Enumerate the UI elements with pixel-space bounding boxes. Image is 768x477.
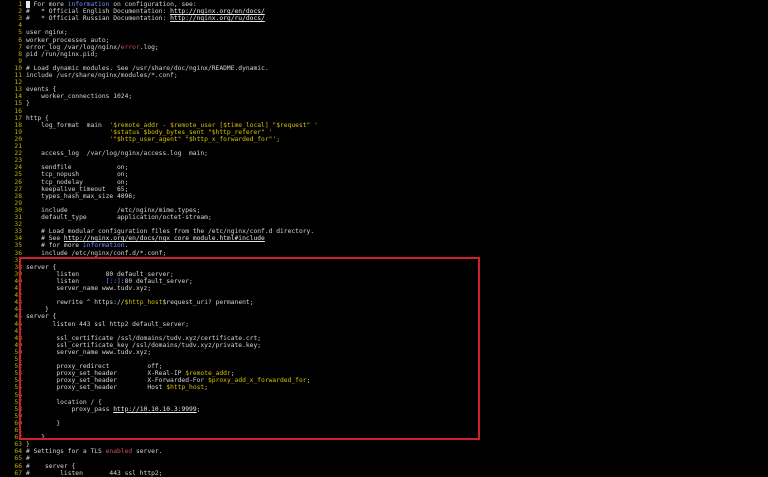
highlight-box — [19, 257, 480, 440]
code-line[interactable]: 67 # listen 443 ssl http2; — [0, 470, 768, 477]
code-token: # Load dynamic modules. See /usr/share/d… — [26, 64, 269, 72]
code-token: server. — [132, 448, 163, 456]
code-token: log_format main — [26, 121, 110, 129]
code-token: keepalive_timeout 65; — [26, 185, 129, 193]
code-token: # server { — [26, 462, 76, 470]
code-token: worker_connections 1024; — [26, 93, 133, 101]
code-token: '$status $body_bytes_sent "$http_referer… — [109, 128, 273, 136]
code-token: error_log /var/log/nginx/ — [26, 43, 121, 51]
code-token: events { — [26, 86, 57, 94]
code-token: # See — [26, 235, 64, 243]
code-token: information — [82, 242, 125, 250]
code-token: # listen 443 ssl http2; — [26, 469, 163, 477]
code-token: . — [124, 242, 129, 250]
code-token: access_log /var/log/nginx/access.log mai… — [26, 150, 208, 158]
code-token: include /etc/nginx/conf.d/*.conf; — [26, 249, 167, 257]
code-editor[interactable]: 1 For more information on configuration,… — [0, 0, 768, 477]
code-token: tcp_nodelay on; — [26, 178, 129, 186]
code-token: information — [67, 1, 110, 8]
code-token: '"$http_user_agent" "$http_x_forwarded_f… — [109, 135, 281, 143]
code-token: # Load modular configuration files from … — [26, 228, 315, 236]
code-token: pid /run/nginx.pid; — [26, 50, 99, 58]
code-token: } — [26, 100, 30, 108]
code-token: '$remote_addr - $remote_user [$time_loca… — [109, 121, 318, 129]
code-token: # — [26, 455, 30, 463]
code-token: tcp_nopush on; — [26, 171, 129, 179]
code-token: .log; — [139, 43, 159, 51]
code-token: enabled — [105, 448, 133, 456]
code-token: For more — [29, 1, 68, 8]
code-token: error — [120, 43, 140, 51]
code-token: # * Official Russian Documentation: — [26, 15, 171, 23]
code-token: # for more — [26, 242, 83, 250]
url-link[interactable]: http://nginx.org/en/docs/ngx_core_module… — [64, 235, 265, 242]
line-content: # listen 443 ssl http2; — [26, 470, 162, 477]
code-token: sendfile on; — [26, 164, 129, 172]
code-token: types_hash_max_size 4096; — [26, 192, 136, 200]
code-token: worker_processes auto; — [26, 36, 110, 44]
code-token: include /etc/nginx/mime.types; — [26, 206, 201, 214]
code-token: user nginx; — [26, 29, 68, 37]
code-token: # Settings for a TLS — [26, 448, 106, 456]
code-token: http { — [26, 114, 49, 122]
url-link[interactable]: http://nginx.org/ru/docs/ — [170, 15, 265, 22]
code-token: # * Official English Documentation: — [26, 8, 171, 16]
code-token: on configuration, see: — [109, 1, 197, 8]
line-number: 67 — [14, 469, 22, 477]
code-token: default_type application/octet-stream; — [26, 214, 212, 221]
code-token: } — [26, 441, 30, 449]
url-link[interactable]: http://nginx.org/en/docs/ — [170, 8, 265, 15]
code-token: include /usr/share/nginx/modules/*.conf; — [26, 72, 178, 79]
